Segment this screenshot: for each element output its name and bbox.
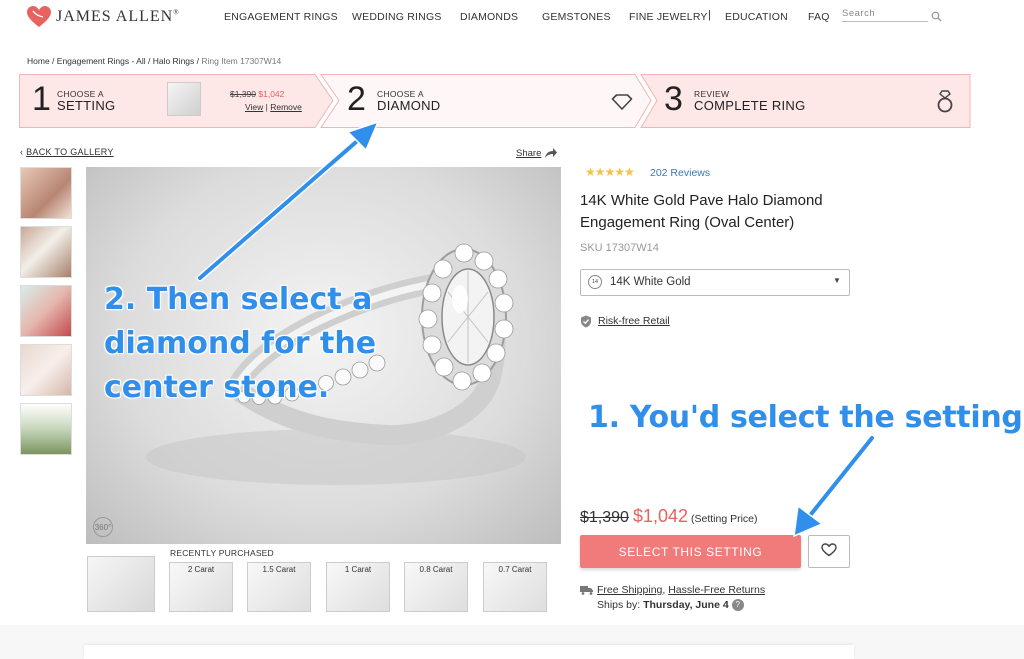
annotation-step-2: 2. Then select a diamond for the center …	[104, 282, 377, 405]
annotation-step-1: 1. You'd select the setting.	[588, 400, 1024, 435]
page: JAMES ALLEN® ENGAGEMENT RINGS WEDDING RI…	[0, 0, 1024, 659]
footer-panel	[84, 645, 854, 659]
arrow-to-select-button	[793, 434, 876, 538]
arrow-to-diamond-step	[196, 120, 380, 282]
